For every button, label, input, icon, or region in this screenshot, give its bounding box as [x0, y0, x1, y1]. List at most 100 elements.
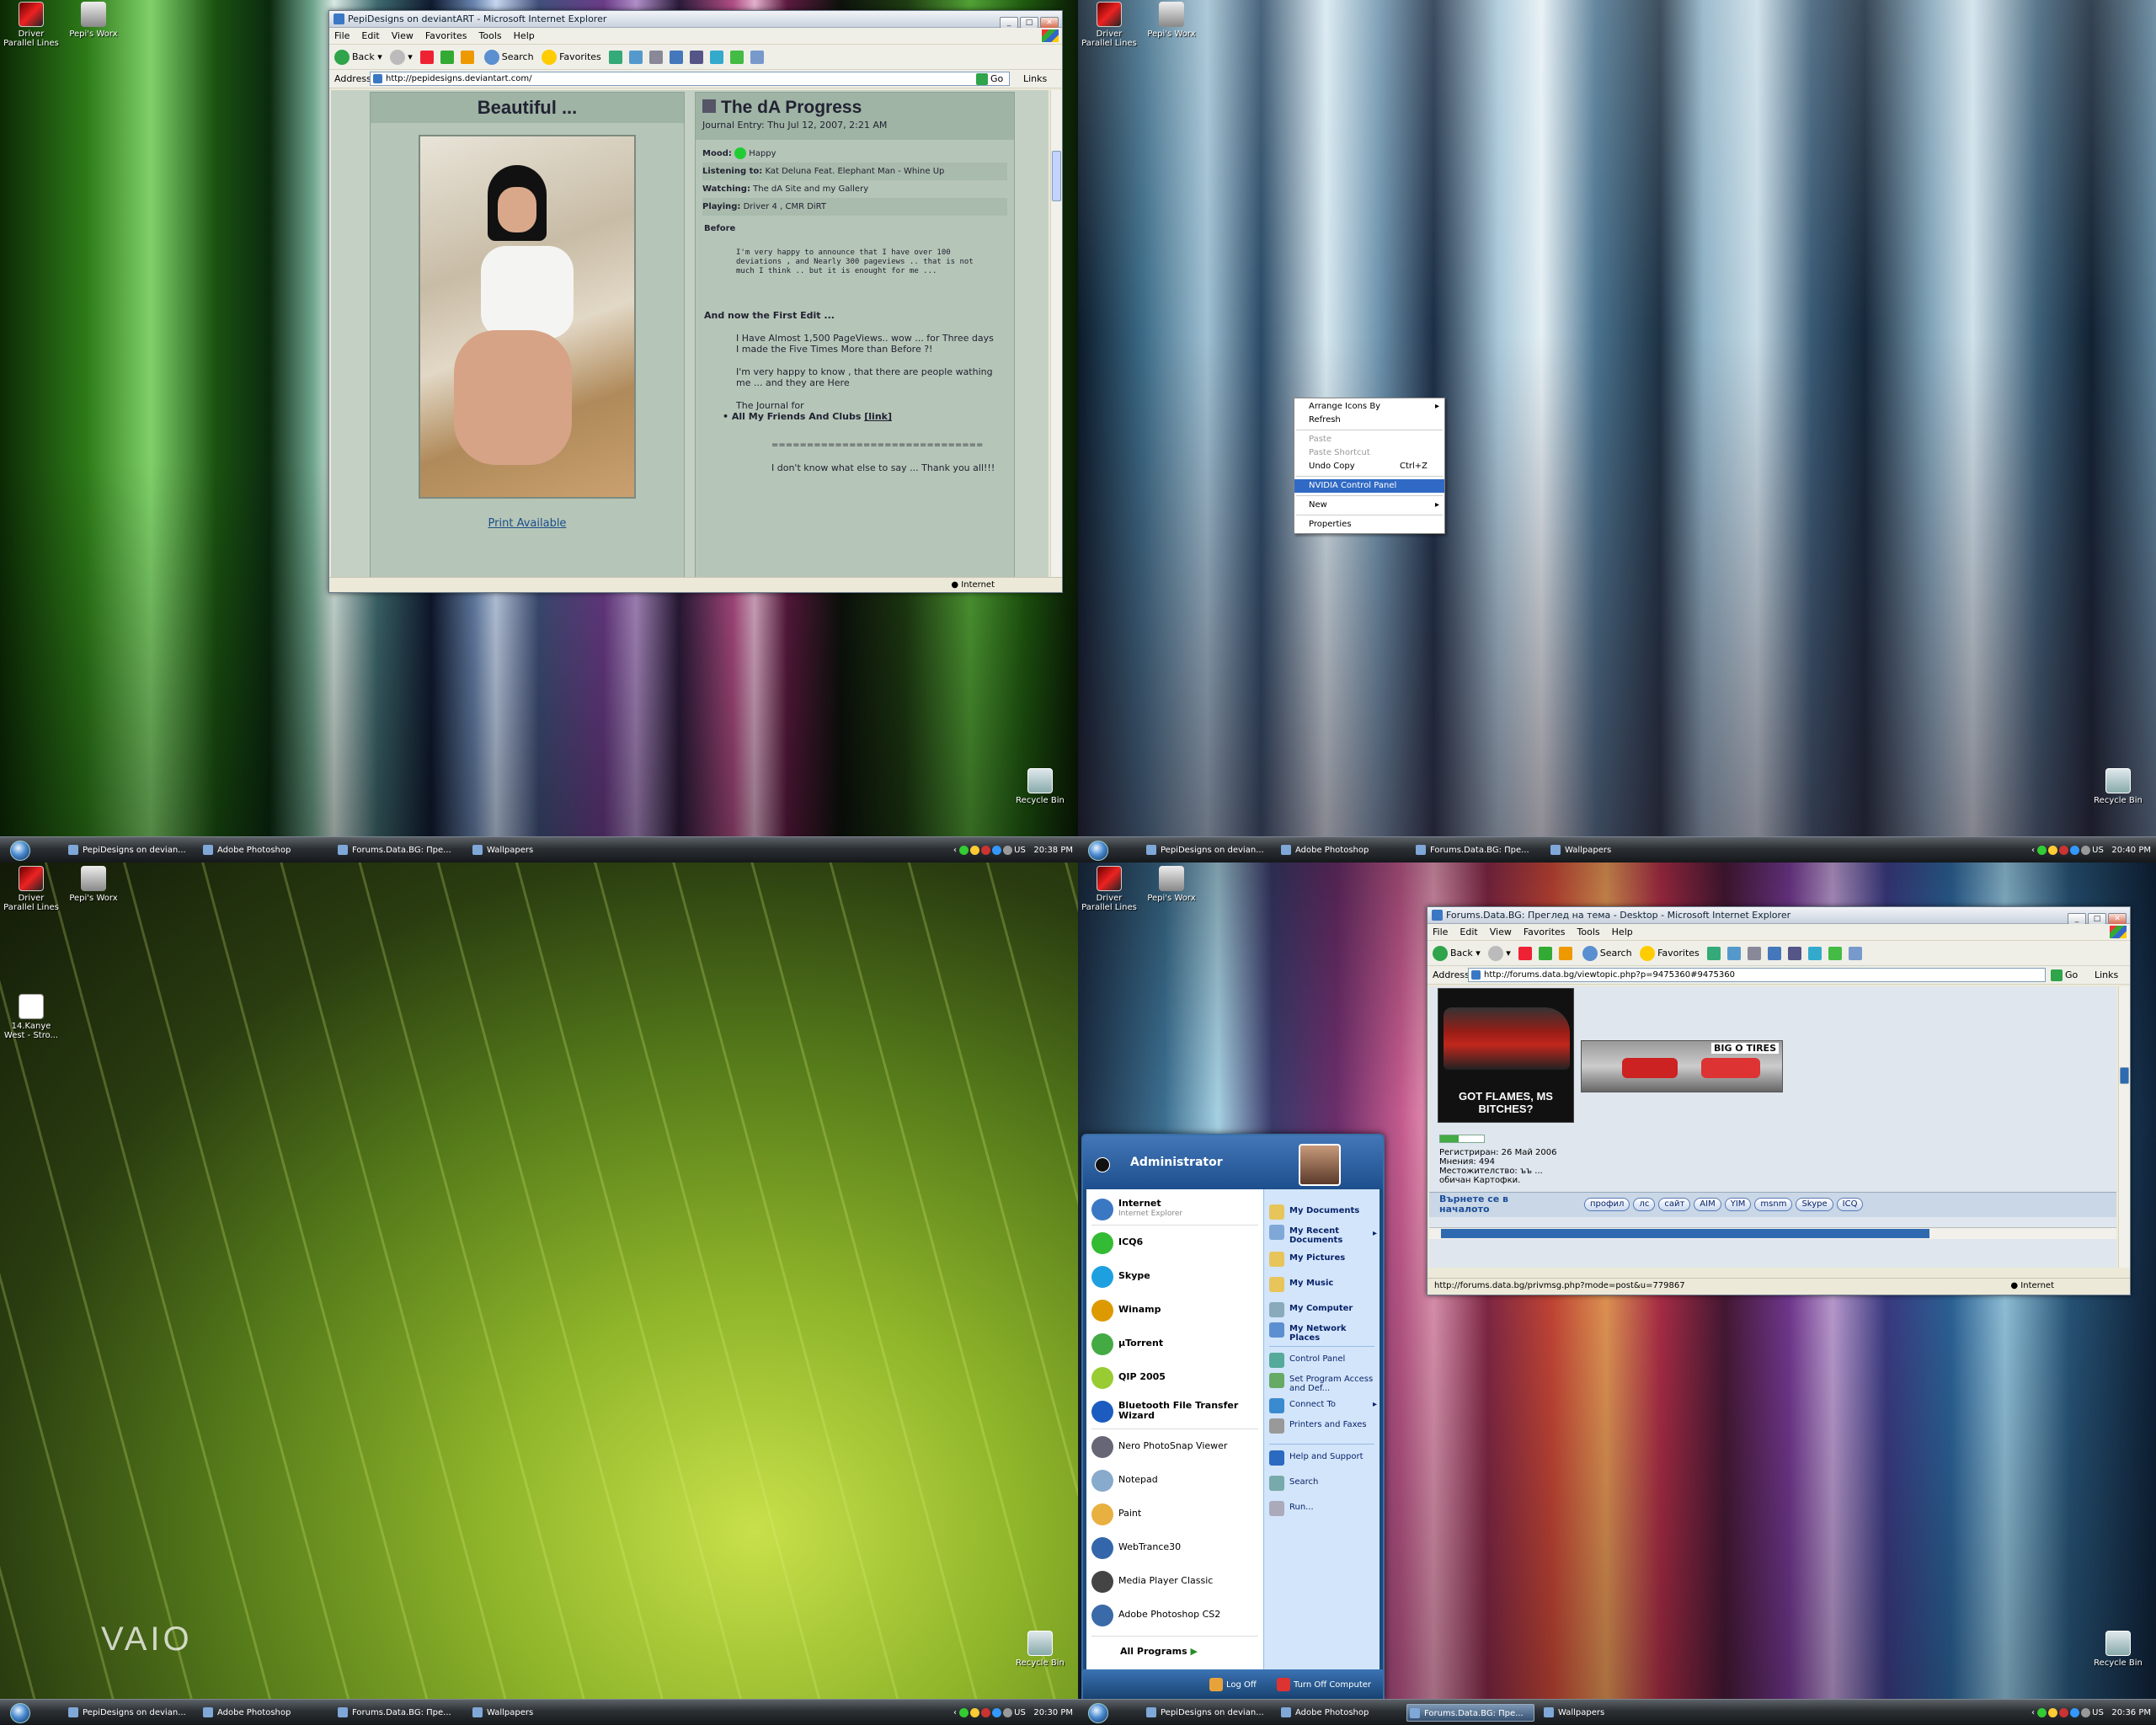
all-programs-button[interactable]: All Programs ▶ [1120, 1646, 1198, 1657]
contacts-icon[interactable] [750, 51, 765, 64]
menu-properties[interactable]: Properties [1294, 518, 1444, 531]
tray-icon[interactable] [959, 845, 969, 855]
discuss-icon[interactable] [1788, 947, 1802, 960]
item-network-places[interactable]: My Network Places [1269, 1322, 1379, 1343]
task-forums[interactable]: Forums.Data.BG: Пре... [1413, 841, 1540, 859]
minimize-button[interactable]: _ [2068, 913, 2086, 925]
horizontal-scrollbar[interactable] [1429, 1227, 2116, 1239]
menu-new[interactable]: New ▸ [1294, 499, 1444, 512]
item-connect-to[interactable]: Connect To ▸ [1269, 1398, 1379, 1413]
task-wallpapers[interactable]: Wallpapers [470, 1704, 596, 1722]
item-my-music[interactable]: My Music [1269, 1277, 1379, 1292]
icq-button[interactable]: ICQ [1836, 1198, 1864, 1211]
close-button[interactable]: ✕ [2108, 913, 2127, 925]
title-bar[interactable]: Forums.Data.BG: Преглед на тема - Deskto… [1428, 907, 2130, 925]
start-button[interactable] [1088, 841, 1108, 861]
menu-tools[interactable]: Tools [479, 30, 502, 41]
item-my-computer[interactable]: My Computer [1269, 1302, 1379, 1317]
start-button[interactable] [10, 1703, 30, 1723]
history-icon[interactable] [609, 51, 623, 64]
menu-refresh[interactable]: Refresh [1294, 414, 1444, 427]
menu-favorites[interactable]: Favorites [1524, 927, 1566, 937]
item-my-pictures[interactable]: My Pictures [1269, 1252, 1379, 1267]
edit-icon[interactable] [1768, 947, 1782, 960]
yim-button[interactable]: YIM [1724, 1198, 1752, 1211]
menu-edit[interactable]: Edit [361, 30, 379, 41]
task-wallpapers[interactable]: Wallpapers [470, 841, 596, 859]
clover-icon[interactable] [1828, 947, 1843, 960]
favorites-button[interactable]: Favorites [542, 48, 601, 67]
desktop-icon-recycle-bin[interactable]: Recycle Bin [2089, 768, 2148, 805]
desktop-icon-driver[interactable]: Driver Parallel Lines [1080, 2, 1139, 48]
msnm-button[interactable]: msnm [1754, 1198, 1793, 1211]
menu-help[interactable]: Help [1612, 927, 1633, 937]
language-indicator[interactable]: US [2092, 1708, 2104, 1717]
scroll-thumb[interactable] [1052, 151, 1061, 201]
menu-nvidia-control-panel[interactable]: NVIDIA Control Panel [1294, 479, 1444, 493]
volume-icon[interactable] [2081, 845, 2091, 855]
program-skype[interactable]: Skype [1090, 1263, 1258, 1289]
volume-icon[interactable] [2081, 1707, 2091, 1717]
aim-button[interactable]: AIM [1694, 1198, 1721, 1211]
tray-icon[interactable] [981, 845, 991, 855]
language-indicator[interactable]: US [1014, 1708, 1026, 1717]
back-button[interactable]: Back ▾ [1433, 944, 1481, 963]
title-bar[interactable]: PepiDesigns on deviantART - Microsoft In… [329, 11, 1062, 29]
print-available-link[interactable]: Print Available [371, 517, 684, 530]
menu-paste[interactable]: Paste [1294, 433, 1444, 446]
volume-icon[interactable] [1003, 1707, 1013, 1717]
logoff-button[interactable]: Log Off [1209, 1678, 1257, 1691]
start-button[interactable] [10, 841, 30, 861]
program-paint[interactable]: Paint [1090, 1501, 1258, 1526]
stop-icon[interactable] [420, 51, 435, 64]
task-photoshop[interactable]: Adobe Photoshop [1278, 841, 1405, 859]
task-ie-deviantart[interactable]: PepiDesigns on devian... [1144, 1704, 1270, 1722]
desktop-icon-pepi[interactable]: Pepi's Worx [1142, 2, 1201, 39]
go-button[interactable]: Go [2051, 968, 2078, 982]
tray-icon[interactable] [992, 845, 1002, 855]
task-wallpapers[interactable]: Wallpapers [1541, 1704, 1668, 1722]
menu-help[interactable]: Help [514, 30, 535, 41]
menu-view[interactable]: View [1490, 927, 1512, 937]
mail-icon[interactable] [1727, 947, 1742, 960]
menu-file[interactable]: File [1433, 927, 1448, 937]
stop-icon[interactable] [1518, 947, 1533, 960]
tray-icon[interactable] [2037, 1707, 2047, 1717]
forward-button[interactable]: ▾ [1488, 944, 1511, 963]
deviation-photo[interactable] [419, 135, 636, 499]
desktop-icon-recycle-bin[interactable]: Recycle Bin [1011, 768, 1070, 805]
links-button[interactable]: Links [1023, 70, 1047, 88]
task-ie-deviantart[interactable]: PepiDesigns on devian... [1144, 841, 1270, 859]
tray-icon[interactable] [2037, 845, 2047, 855]
menu-arrange-icons[interactable]: Arrange Icons By ▸ [1294, 400, 1444, 414]
tray-icon[interactable] [2059, 845, 2069, 855]
favorites-button[interactable]: Favorites [1640, 944, 1700, 963]
language-indicator[interactable]: US [1014, 846, 1026, 855]
vertical-scrollbar[interactable] [1050, 90, 1062, 577]
tray-icon[interactable] [2070, 1707, 2080, 1717]
clock[interactable]: 20:40 PM [2111, 846, 2151, 855]
desktop-icon-pepi[interactable]: Pepi's Worx [1142, 866, 1201, 903]
address-input[interactable]: http://pepidesigns.deviantart.com/ [370, 72, 1010, 86]
program-notepad[interactable]: Notepad [1090, 1467, 1258, 1493]
close-button[interactable]: ✕ [1040, 17, 1059, 29]
desktop-icon-pepi[interactable]: Pepi's Worx [64, 2, 123, 39]
maximize-button[interactable]: □ [1020, 17, 1038, 29]
menu-paste-shortcut[interactable]: Paste Shortcut [1294, 446, 1444, 460]
home-icon[interactable] [461, 51, 475, 64]
desktop-icon-kanye[interactable]: 14.Kanye West - Stro... [2, 994, 61, 1040]
discuss-icon[interactable] [690, 51, 704, 64]
item-my-documents[interactable]: My Documents [1269, 1204, 1379, 1220]
item-help-support[interactable]: Help and Support [1269, 1450, 1379, 1466]
program-photoshop[interactable]: Adobe Photoshop CS2 [1090, 1602, 1258, 1627]
tray-icon[interactable] [2070, 845, 2080, 855]
program-nero[interactable]: Nero PhotoSnap Viewer [1090, 1434, 1258, 1459]
home-icon[interactable] [1559, 947, 1573, 960]
avatar[interactable] [1299, 1144, 1341, 1186]
address-input[interactable]: http://forums.data.bg/viewtopic.php?p=94… [1468, 968, 2046, 982]
tray-icon[interactable] [981, 1707, 991, 1717]
program-icq6[interactable]: ICQ6 [1090, 1230, 1258, 1255]
task-photoshop[interactable]: Adobe Photoshop [200, 1704, 327, 1722]
program-utorrent[interactable]: µTorrent [1090, 1331, 1258, 1356]
task-ie-deviantart[interactable]: PepiDesigns on devian... [66, 841, 192, 859]
